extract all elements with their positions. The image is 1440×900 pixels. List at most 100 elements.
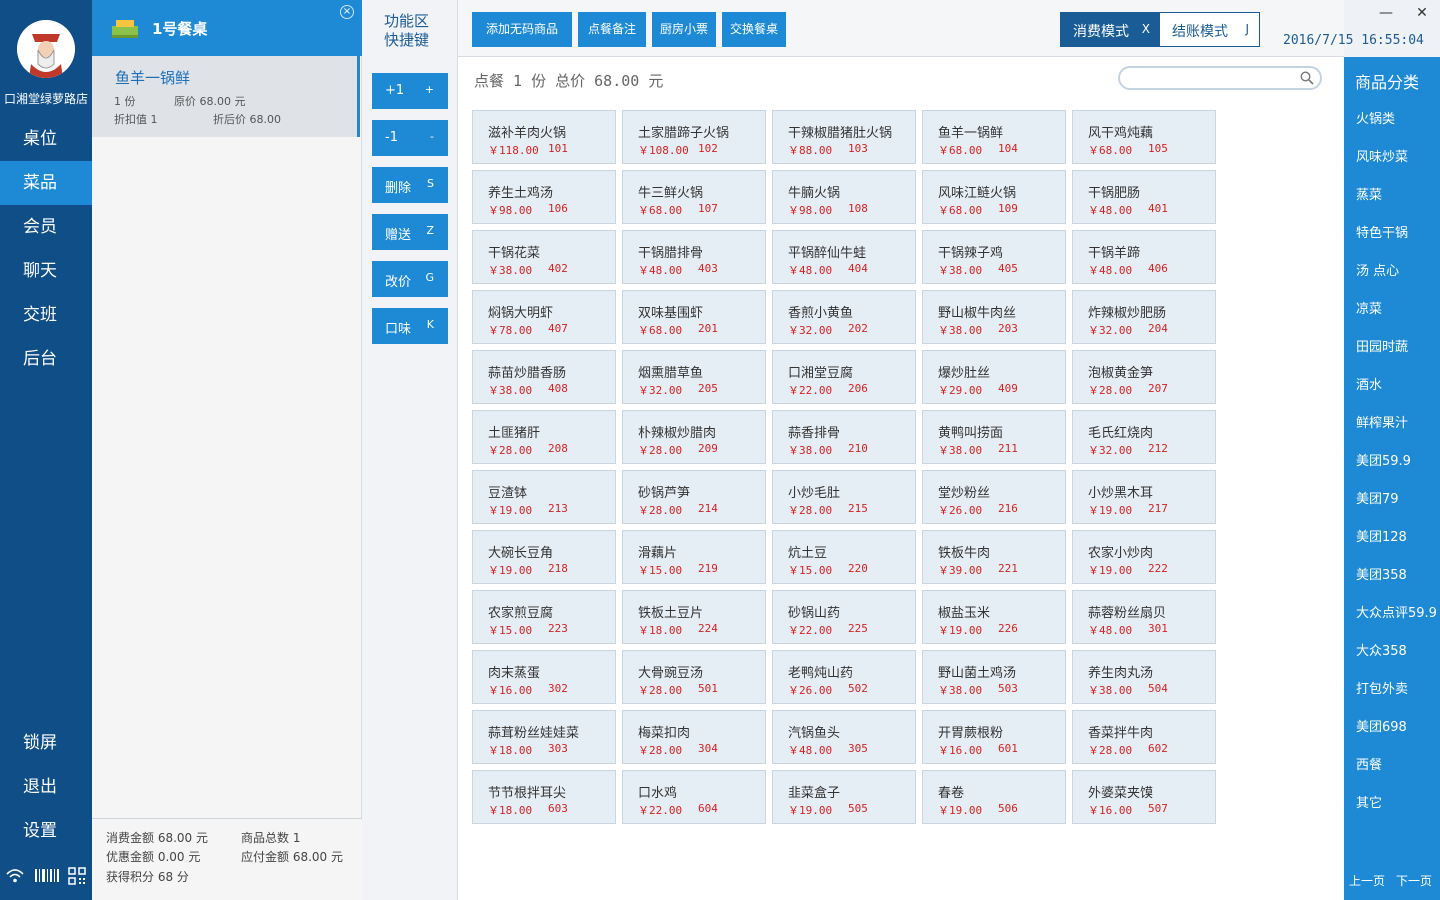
- category-item[interactable]: 田园时蔬: [1356, 336, 1408, 355]
- search-icon[interactable]: [1300, 71, 1314, 85]
- product-card[interactable]: 春卷 ￥19.00 506: [922, 770, 1066, 824]
- product-card[interactable]: 炸辣椒炒肥肠 ￥32.00 204: [1072, 290, 1216, 344]
- product-card[interactable]: 朴辣椒炒腊肉 ￥28.00 209: [622, 410, 766, 464]
- checkout-mode-button[interactable]: 结账模式 J: [1160, 13, 1259, 46]
- minimize-icon[interactable]: —: [1368, 0, 1404, 27]
- close-window-icon[interactable]: ✕: [1404, 0, 1440, 27]
- product-card[interactable]: 风味江鲢火锅 ￥68.00 109: [922, 170, 1066, 224]
- product-card[interactable]: 养生土鸡汤 ￥98.00 106: [472, 170, 616, 224]
- category-item[interactable]: 汤 点心: [1356, 260, 1399, 279]
- product-card[interactable]: 蒜茸粉丝娃娃菜 ￥18.00 303: [472, 710, 616, 764]
- category-item[interactable]: 大众点评59.9: [1356, 602, 1437, 621]
- category-item[interactable]: 凉菜: [1356, 298, 1382, 317]
- flavor-button[interactable]: 口味 K: [372, 308, 448, 344]
- product-card[interactable]: 烟熏腊草鱼 ￥32.00 205: [622, 350, 766, 404]
- product-card[interactable]: 蒜香排骨 ￥38.00 210: [772, 410, 916, 464]
- product-card[interactable]: 肉末蒸蛋 ￥16.00 302: [472, 650, 616, 704]
- category-item[interactable]: 酒水: [1356, 374, 1382, 393]
- category-item[interactable]: 美团79: [1356, 488, 1399, 507]
- product-card[interactable]: 大骨豌豆汤 ￥28.00 501: [622, 650, 766, 704]
- product-card[interactable]: 干锅腊排骨 ￥48.00 403: [622, 230, 766, 284]
- product-card[interactable]: 堂炒粉丝 ￥26.00 216: [922, 470, 1066, 524]
- search-input[interactable]: [1130, 70, 1290, 86]
- nav-shift[interactable]: 交班: [0, 293, 92, 337]
- gift-button[interactable]: 赠送 Z: [372, 214, 448, 250]
- category-item[interactable]: 大众358: [1356, 640, 1407, 659]
- minus-one-button[interactable]: -1 -: [372, 120, 448, 156]
- product-card[interactable]: 双味基围虾 ￥68.00 201: [622, 290, 766, 344]
- product-card[interactable]: 鱼羊一锅鲜 ￥68.00 104: [922, 110, 1066, 164]
- add-unbarcoded-item-button[interactable]: 添加无码商品: [472, 12, 572, 47]
- product-card[interactable]: 毛氏红烧肉 ￥32.00 212: [1072, 410, 1216, 464]
- category-item[interactable]: 蒸菜: [1356, 184, 1382, 203]
- product-card[interactable]: 农家煎豆腐 ￥15.00 223: [472, 590, 616, 644]
- product-card[interactable]: 口湘堂豆腐 ￥22.00 206: [772, 350, 916, 404]
- product-card[interactable]: 干锅花菜 ￥38.00 402: [472, 230, 616, 284]
- product-card[interactable]: 焖锅大明虾 ￥78.00 407: [472, 290, 616, 344]
- product-card[interactable]: 农家小炒肉 ￥19.00 222: [1072, 530, 1216, 584]
- product-card[interactable]: 爆炒肚丝 ￥29.00 409: [922, 350, 1066, 404]
- product-card[interactable]: 炕土豆 ￥15.00 220: [772, 530, 916, 584]
- prev-page-button[interactable]: 上一页: [1349, 872, 1385, 889]
- category-item[interactable]: 打包外卖: [1356, 678, 1408, 697]
- change-price-button[interactable]: 改价 G: [372, 261, 448, 297]
- product-card[interactable]: 干辣椒腊猪肚火锅 ￥88.00 103: [772, 110, 916, 164]
- category-item[interactable]: 火锅类: [1356, 108, 1395, 127]
- product-card[interactable]: 铁板牛肉 ￥39.00 221: [922, 530, 1066, 584]
- nav-tables[interactable]: 桌位: [0, 117, 92, 161]
- order-list-item[interactable]: 鱼羊一锅鲜 1 份 原价 68.00 元 折扣值 1 折后价 68.00: [92, 56, 360, 137]
- product-card[interactable]: 蒜苗炒腊香肠 ￥38.00 408: [472, 350, 616, 404]
- consume-mode-button[interactable]: 消费模式 X: [1061, 13, 1160, 46]
- category-item[interactable]: 美团698: [1356, 716, 1407, 735]
- product-card[interactable]: 开胃蕨根粉 ￥16.00 601: [922, 710, 1066, 764]
- nav-exit[interactable]: 退出: [0, 765, 92, 809]
- product-card[interactable]: 土匪猪肝 ￥28.00 208: [472, 410, 616, 464]
- product-card[interactable]: 泡椒黄金笋 ￥28.00 207: [1072, 350, 1216, 404]
- product-card[interactable]: 节节根拌耳尖 ￥18.00 603: [472, 770, 616, 824]
- nav-backend[interactable]: 后台: [0, 337, 92, 381]
- product-card[interactable]: 牛腩火锅 ￥98.00 108: [772, 170, 916, 224]
- product-card[interactable]: 香菜拌牛肉 ￥28.00 602: [1072, 710, 1216, 764]
- product-card[interactable]: 砂锅芦笋 ￥28.00 214: [622, 470, 766, 524]
- nav-chat[interactable]: 聊天: [0, 249, 92, 293]
- product-card[interactable]: 梅菜扣肉 ￥28.00 304: [622, 710, 766, 764]
- next-page-button[interactable]: 下一页: [1396, 872, 1432, 889]
- order-note-button[interactable]: 点餐备注: [578, 12, 646, 47]
- product-card[interactable]: 风干鸡炖藕 ￥68.00 105: [1072, 110, 1216, 164]
- product-card[interactable]: 老鸭炖山药 ￥26.00 502: [772, 650, 916, 704]
- product-card[interactable]: 小炒毛肚 ￥28.00 215: [772, 470, 916, 524]
- product-card[interactable]: 砂锅山药 ￥22.00 225: [772, 590, 916, 644]
- product-card[interactable]: 干锅肥肠 ￥48.00 401: [1072, 170, 1216, 224]
- product-card[interactable]: 野山菌土鸡汤 ￥38.00 503: [922, 650, 1066, 704]
- product-card[interactable]: 口水鸡 ￥22.00 604: [622, 770, 766, 824]
- product-card[interactable]: 滋补羊肉火锅 ￥118.00 101: [472, 110, 616, 164]
- close-icon[interactable]: ×: [340, 5, 354, 19]
- nav-settings[interactable]: 设置: [0, 809, 92, 853]
- category-item[interactable]: 美团59.9: [1356, 450, 1411, 469]
- product-card[interactable]: 平锅醉仙牛蛙 ￥48.00 404: [772, 230, 916, 284]
- product-card[interactable]: 豆渣钵 ￥19.00 213: [472, 470, 616, 524]
- category-item[interactable]: 风味炒菜: [1356, 146, 1408, 165]
- product-card[interactable]: 蒜蓉粉丝扇贝 ￥48.00 301: [1072, 590, 1216, 644]
- nav-members[interactable]: 会员: [0, 205, 92, 249]
- product-card[interactable]: 椒盐玉米 ￥19.00 226: [922, 590, 1066, 644]
- category-item[interactable]: 西餐: [1356, 754, 1382, 773]
- category-item[interactable]: 美团128: [1356, 526, 1407, 545]
- product-card[interactable]: 干锅辣子鸡 ￥38.00 405: [922, 230, 1066, 284]
- product-card[interactable]: 外婆菜夹馍 ￥16.00 507: [1072, 770, 1216, 824]
- category-item[interactable]: 其它: [1356, 792, 1382, 811]
- product-card[interactable]: 韭菜盒子 ￥19.00 505: [772, 770, 916, 824]
- product-card[interactable]: 土家腊蹄子火锅 ￥108.00 102: [622, 110, 766, 164]
- product-card[interactable]: 牛三鲜火锅 ￥68.00 107: [622, 170, 766, 224]
- product-card[interactable]: 干锅羊蹄 ￥48.00 406: [1072, 230, 1216, 284]
- product-card[interactable]: 香煎小黄鱼 ￥32.00 202: [772, 290, 916, 344]
- product-card[interactable]: 野山椒牛肉丝 ￥38.00 203: [922, 290, 1066, 344]
- delete-button[interactable]: 删除 S: [372, 167, 448, 203]
- nav-dishes[interactable]: 菜品: [0, 161, 92, 205]
- product-card[interactable]: 养生肉丸汤 ￥38.00 504: [1072, 650, 1216, 704]
- swap-table-button[interactable]: 交换餐桌: [722, 12, 786, 47]
- plus-one-button[interactable]: +1 +: [372, 73, 448, 109]
- product-card[interactable]: 滑藕片 ￥15.00 219: [622, 530, 766, 584]
- product-card[interactable]: 汽锅鱼头 ￥48.00 305: [772, 710, 916, 764]
- category-item[interactable]: 美团358: [1356, 564, 1407, 583]
